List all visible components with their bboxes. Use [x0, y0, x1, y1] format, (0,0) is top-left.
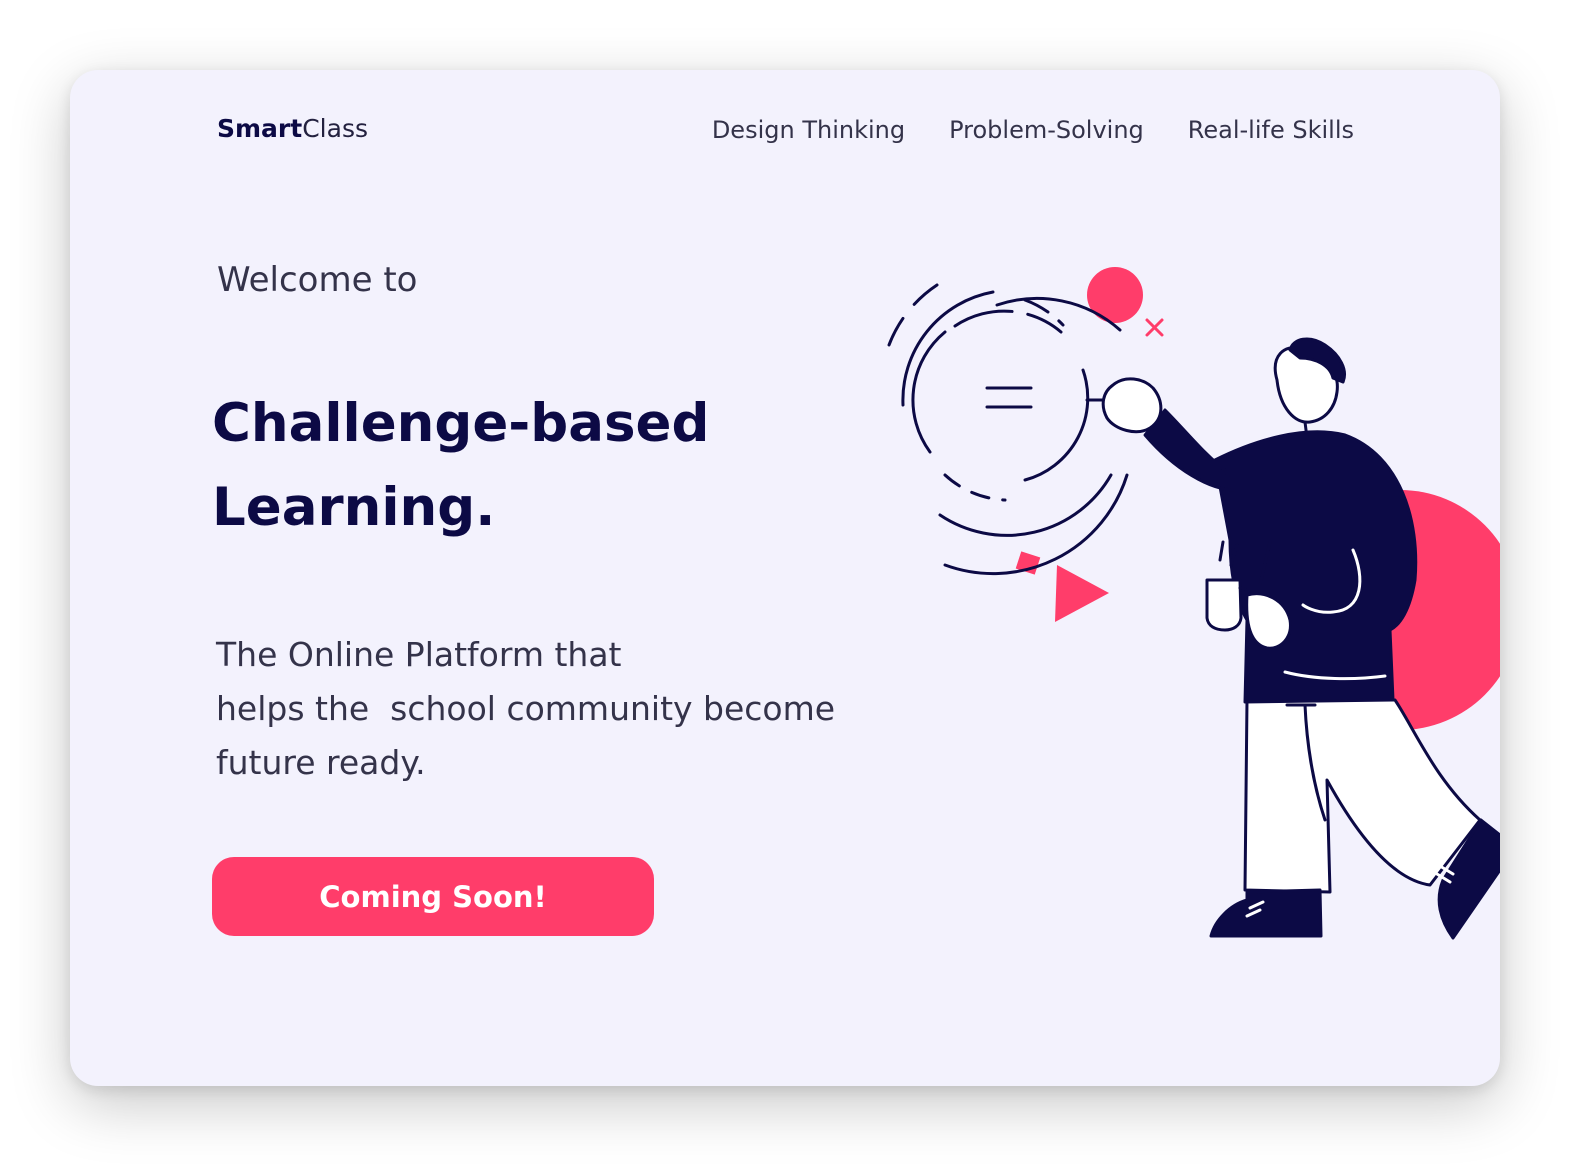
circle-diagram	[887, 283, 1160, 576]
hero-headline-line2: Learning.	[212, 477, 496, 538]
brand-logo-light: Class	[302, 114, 368, 143]
nav-item-real-life-skills[interactable]: Real-life Skills	[1188, 116, 1354, 144]
coming-soon-button[interactable]: Coming Soon!	[212, 857, 654, 936]
left-shoe	[1209, 888, 1323, 938]
nav-item-design-thinking[interactable]: Design Thinking	[712, 116, 905, 144]
landing-card: SmartClass Design Thinking Problem-Solvi…	[70, 70, 1500, 1086]
hero-headline-line1: Challenge-based	[212, 393, 710, 454]
hero-tagline: The Online Platform that helps the schoo…	[216, 628, 916, 790]
person-sweater	[1213, 430, 1418, 704]
hero-headline: Challenge-based Learning.	[212, 382, 852, 550]
close-mark-icon	[1145, 318, 1164, 337]
nav-item-problem-solving[interactable]: Problem-Solving	[949, 116, 1144, 144]
hero-tagline-line1: The Online Platform that	[216, 635, 622, 674]
raised-hand	[1101, 377, 1163, 434]
top-nav: Design Thinking Problem-Solving Real-lif…	[712, 116, 1354, 144]
raised-arm	[1143, 408, 1237, 492]
red-circle-small	[1087, 267, 1143, 323]
hero-tagline-line3: future ready.	[216, 743, 426, 782]
coffee-cup	[1205, 578, 1243, 632]
hero-tagline-line2: helps the school community become	[216, 689, 836, 728]
brand-logo-bold: Smart	[217, 114, 303, 143]
brand-logo[interactable]: SmartClass	[217, 114, 368, 143]
person-drawing-diagram-illustration	[887, 267, 1500, 940]
welcome-text: Welcome to	[217, 260, 418, 300]
person-pants	[1243, 698, 1482, 894]
red-triangle	[1055, 565, 1109, 622]
